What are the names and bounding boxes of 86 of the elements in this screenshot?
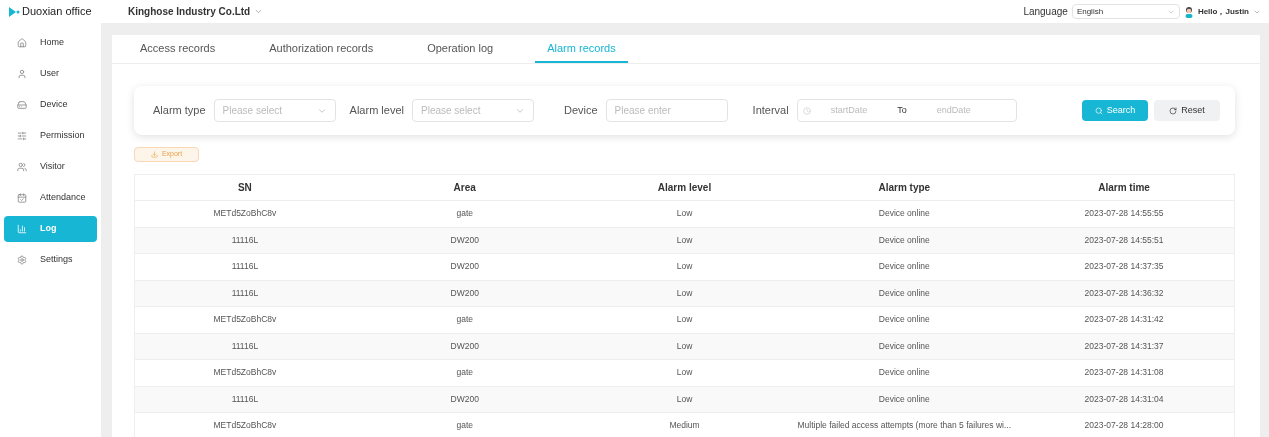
sidebar-item[interactable]: Attendance <box>4 185 97 211</box>
language-label: Language <box>1023 5 1068 19</box>
column-header: Alarm time <box>1098 181 1150 195</box>
clock-icon <box>802 106 811 115</box>
table-cell: Multiple failed access attempts (more than 5 failures wi... <box>797 419 1012 433</box>
table-cell: 11116L <box>231 286 259 300</box>
users-icon <box>17 162 27 172</box>
chevron-icon <box>254 7 264 16</box>
table-cell: Low <box>676 366 693 380</box>
sidebar-item[interactable]: Settings <box>4 247 97 273</box>
table-cell: DW200 <box>450 260 479 274</box>
table-cell: Low <box>676 313 693 327</box>
table-cell: 11116L <box>231 260 259 274</box>
language-select[interactable]: English <box>1071 4 1180 19</box>
filter-label: Alarm type <box>153 103 206 119</box>
table-cell: 2023-07-28 14:28:00 <box>1084 419 1164 433</box>
table-cell: Device online <box>878 313 930 327</box>
device-icon <box>17 100 27 110</box>
calendar-icon <box>17 193 27 203</box>
table-cell: Device online <box>878 339 930 353</box>
tab[interactable]: Authorization records <box>257 35 386 63</box>
user-menu[interactable]: Hello，Justin <box>1197 5 1261 18</box>
table-cell: Device online <box>878 392 930 406</box>
table-cell: Low <box>676 233 693 247</box>
table-cell: METd5ZoBhC8v <box>213 366 277 380</box>
table-cell: 2023-07-28 14:55:51 <box>1084 233 1164 247</box>
reset-button[interactable]: Reset <box>1154 100 1220 121</box>
table-cell: METd5ZoBhC8v <box>213 207 277 221</box>
table-cell: 11116L <box>231 233 259 247</box>
filter-label: Alarm level <box>349 103 404 119</box>
sidebar-item[interactable]: User <box>4 61 97 87</box>
refresh-icon <box>1169 106 1178 115</box>
brand-name: Duoxian office <box>22 4 92 20</box>
table-cell: 2023-07-28 14:31:04 <box>1084 392 1164 406</box>
table-cell: gate <box>456 419 473 433</box>
table-cell: DW200 <box>450 339 479 353</box>
table-cell: Low <box>676 260 693 274</box>
sidebar-item[interactable]: Home <box>4 30 97 56</box>
table-cell: 2023-07-28 14:37:35 <box>1084 260 1164 274</box>
avatar-icon <box>1183 5 1194 18</box>
sidebar-item[interactable]: Visitor <box>4 154 97 180</box>
table-cell: gate <box>456 366 473 380</box>
column-header: Alarm type <box>878 181 931 195</box>
table-cell: Device online <box>878 286 930 300</box>
column-header: Area <box>453 181 476 195</box>
home-icon <box>17 38 27 48</box>
filter-label: Device <box>564 103 598 119</box>
table-cell: DW200 <box>450 233 479 247</box>
table-cell: Low <box>676 207 693 221</box>
table-cell: Device online <box>878 366 930 380</box>
column-header: SN <box>237 181 252 195</box>
column-header: Alarm level <box>657 181 712 195</box>
table-cell: METd5ZoBhC8v <box>213 313 277 327</box>
table-cell: 11116L <box>231 339 259 353</box>
table-cell: gate <box>456 207 473 221</box>
tab[interactable]: Operation log <box>415 35 506 63</box>
table-cell: 2023-07-28 14:36:32 <box>1084 286 1164 300</box>
sidebar-item[interactable]: Device <box>4 92 97 118</box>
table-cell: Device online <box>878 260 930 274</box>
table-cell: METd5ZoBhC8v <box>213 419 277 433</box>
sidebar-item[interactable]: Permission <box>4 123 97 149</box>
company-dropdown[interactable]: Kinghose Industry Co.Ltd <box>128 4 264 19</box>
date-range-field[interactable]: startDate To endDate <box>796 99 1017 122</box>
table-cell: DW200 <box>450 286 479 300</box>
table-cell: 11116L <box>231 392 259 406</box>
table-cell: 2023-07-28 14:31:42 <box>1084 313 1164 327</box>
table-cell: gate <box>456 313 473 327</box>
table-cell: Low <box>676 392 693 406</box>
user-icon <box>17 69 27 79</box>
chart-icon <box>17 224 27 234</box>
table-cell: 2023-07-28 14:31:08 <box>1084 366 1164 380</box>
table-cell: Device online <box>878 207 930 221</box>
sliders-icon <box>17 131 27 141</box>
logo-icon <box>8 5 20 18</box>
table-cell: 2023-07-28 14:31:37 <box>1084 339 1164 353</box>
table-cell: Low <box>676 286 693 300</box>
settings-icon <box>17 255 27 265</box>
filter-label: Interval <box>752 103 789 119</box>
search-icon <box>1094 106 1103 115</box>
table-cell: Device online <box>878 233 930 247</box>
table-cell: DW200 <box>450 392 479 406</box>
table-cell: Low <box>676 339 693 353</box>
table-cell: 2023-07-28 14:55:55 <box>1084 207 1164 221</box>
download-icon <box>150 151 158 158</box>
tab[interactable]: Access records <box>128 35 228 63</box>
table-cell: Medium <box>669 419 700 433</box>
